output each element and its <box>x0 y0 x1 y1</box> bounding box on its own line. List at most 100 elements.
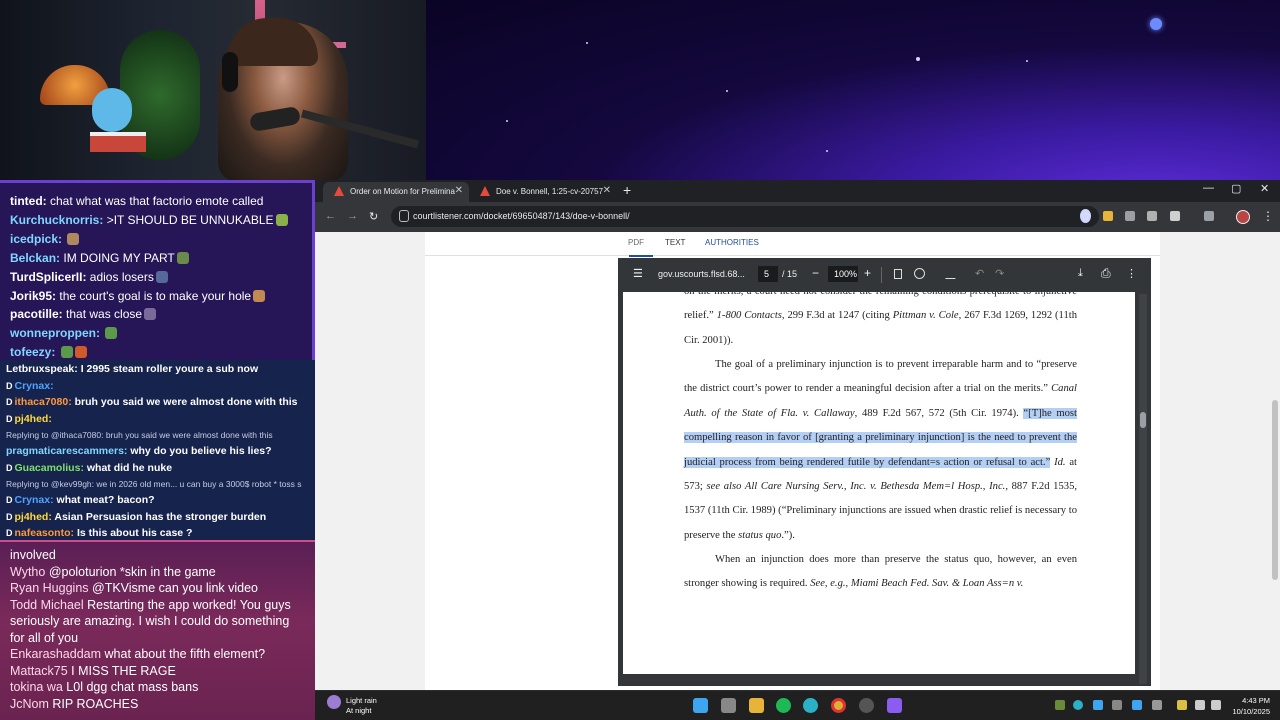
tab-authorities[interactable]: AUTHORITIES <box>705 238 759 247</box>
tray-icon[interactable] <box>1112 700 1122 710</box>
chat-message: D Crynax: what meat? bacon? <box>6 492 309 509</box>
chat-username: wonneproppen: <box>10 326 100 341</box>
zoom-level[interactable]: 100% <box>828 266 858 282</box>
tab-title: Doe v. Bonnell, 1:25-cv-20757 <box>496 187 604 196</box>
chat-username: Jorik95: <box>10 288 57 303</box>
chat-text: RIP ROACHES <box>52 696 139 711</box>
page-scrollbar[interactable] <box>1270 232 1280 690</box>
print-icon[interactable]: ⎙ <box>1101 266 1111 281</box>
chat-text: @poloturion *skin in the game <box>48 564 216 579</box>
chat-text: bruh you said we were almost done with t… <box>74 396 298 408</box>
redo-button[interactable]: ↷ <box>995 267 1004 280</box>
profile-avatar[interactable] <box>1236 210 1250 224</box>
network-icon[interactable] <box>1195 700 1205 710</box>
chat-username: Guacamolius: <box>14 461 84 474</box>
rotate-icon[interactable] <box>914 268 925 279</box>
folder-extension-icon[interactable] <box>1103 211 1113 221</box>
address-bar[interactable]: courtlistener.com/docket/69650487/143/do… <box>391 206 1099 227</box>
maximize-button[interactable]: ▢ <box>1231 182 1241 195</box>
chat-message: tokina wa L0l dgg chat mass bans <box>10 679 307 696</box>
start-icon[interactable] <box>693 698 708 713</box>
chat-username: ithaca7080: <box>14 396 72 408</box>
chat-text: why do you believe his lies? <box>130 445 272 457</box>
chat-text: chat what was that factorio emote called <box>50 194 264 208</box>
pdf-favicon-icon <box>334 186 344 196</box>
tray-icon[interactable] <box>1177 700 1187 710</box>
tab-doe-v-bonnell[interactable]: Doe v. Bonnell, 1:25-cv-20757 ✕ <box>469 182 617 202</box>
subscriber-badge: D <box>6 511 13 522</box>
chat-message: Jorik95: the court's goal is to make you… <box>10 287 302 306</box>
chat-message: Mattack75 I MISS THE RAGE <box>10 663 307 680</box>
fit-page-icon[interactable] <box>894 269 902 279</box>
chat-username: icedpick: <box>10 231 63 246</box>
zoom-out-button[interactable]: − <box>812 266 819 280</box>
sidebar-icon[interactable] <box>1204 211 1214 221</box>
chat-username: pragmaticarescammers: <box>6 445 128 457</box>
close-tab-icon[interactable]: ✕ <box>455 185 463 196</box>
screen: tinted: chat what was that factorio emot… <box>0 0 1280 720</box>
zoom-in-button[interactable]: + <box>864 266 871 280</box>
tray-icon[interactable] <box>1152 700 1162 710</box>
chat-username: Belckan: <box>10 250 61 265</box>
volume-icon[interactable] <box>1211 700 1221 710</box>
chat-username: Mattack75 <box>10 663 68 678</box>
file-explorer-icon[interactable] <box>749 698 764 713</box>
back-button[interactable]: ← <box>325 210 336 222</box>
chat-message: Wytho @poloturion *skin in the game <box>10 564 307 581</box>
obs-icon[interactable] <box>887 698 902 713</box>
undo-button[interactable]: ↶ <box>975 267 984 280</box>
pdf-more-icon[interactable]: ⋮ <box>1126 267 1137 280</box>
weather-widget[interactable]: Light rain At night <box>346 696 377 716</box>
chrome-icon[interactable] <box>831 698 846 713</box>
chat-message: Ryan Huggins @TKVisme can you link video <box>10 580 307 597</box>
bookmark-star-icon[interactable]: ☆ <box>1080 209 1091 223</box>
weather-icon[interactable] <box>327 695 341 709</box>
browser-menu-icon[interactable]: ⋮ <box>1262 209 1274 223</box>
chat-message: tinted: chat what was that factorio emot… <box>10 192 302 211</box>
minimize-button[interactable]: — <box>1203 182 1214 194</box>
chat-username: pacotille: <box>10 307 63 322</box>
tab-order-on-motion[interactable]: Order on Motion for Prelimina ✕ <box>323 182 469 202</box>
pdf-favicon-icon <box>480 186 490 196</box>
spotify-icon[interactable] <box>776 698 791 713</box>
chat-username: Crynax: <box>14 494 54 506</box>
steam-icon[interactable] <box>859 698 874 713</box>
reload-button[interactable]: ↻ <box>369 210 378 223</box>
tray-icon[interactable] <box>1132 700 1142 710</box>
extension-icon[interactable] <box>1147 211 1157 221</box>
subscriber-badge: D <box>6 397 13 407</box>
window-close-button[interactable]: ✕ <box>1260 182 1269 195</box>
close-tab-icon[interactable]: ✕ <box>603 185 611 196</box>
pdf-scrollbar[interactable] <box>1139 294 1147 684</box>
tab-text[interactable]: TEXT <box>665 238 685 247</box>
chat-message: Enkarashaddam what about the fifth eleme… <box>10 646 307 663</box>
page-total: / 15 <box>782 269 798 279</box>
download-icon[interactable]: ⤓ <box>1078 267 1083 280</box>
site-info-icon[interactable] <box>399 210 409 222</box>
pdf-title: gov.uscourts.flsd.68... <box>658 269 745 279</box>
trash-extension-icon[interactable] <box>1125 211 1135 221</box>
chat-message: tofeezy: <box>10 343 302 360</box>
tray-icon[interactable] <box>1055 700 1065 710</box>
chat-username: TurdSplicerII: <box>10 269 87 284</box>
forward-button[interactable]: → <box>347 210 358 222</box>
tray-icon[interactable] <box>1093 700 1103 710</box>
planet-icon <box>1150 18 1162 30</box>
edge-icon[interactable] <box>803 698 818 713</box>
emote-icon <box>67 232 80 245</box>
pdf-menu-icon[interactable]: ☰ <box>633 267 643 280</box>
chat-message: Dpj4hed: Asian Persuasion has the strong… <box>6 509 309 526</box>
tab-pdf[interactable]: PDF <box>628 238 644 247</box>
new-tab-button[interactable]: + <box>623 182 631 198</box>
emote-icon <box>253 289 266 302</box>
tray-icon[interactable] <box>1073 700 1083 710</box>
emote-icon <box>176 251 189 264</box>
chat-username: Todd Michael <box>10 597 84 612</box>
page-number-input[interactable]: 5 <box>758 266 778 282</box>
chat-username: Ryan Huggins <box>10 581 89 595</box>
puzzle-icon[interactable] <box>1170 211 1180 221</box>
task-view-icon[interactable] <box>721 698 736 713</box>
annotate-icon[interactable] <box>945 269 961 279</box>
clock[interactable]: 4:43 PM 10/10/2025 <box>1232 695 1270 717</box>
url-text: courtlistener.com/docket/69650487/143/do… <box>413 211 630 221</box>
